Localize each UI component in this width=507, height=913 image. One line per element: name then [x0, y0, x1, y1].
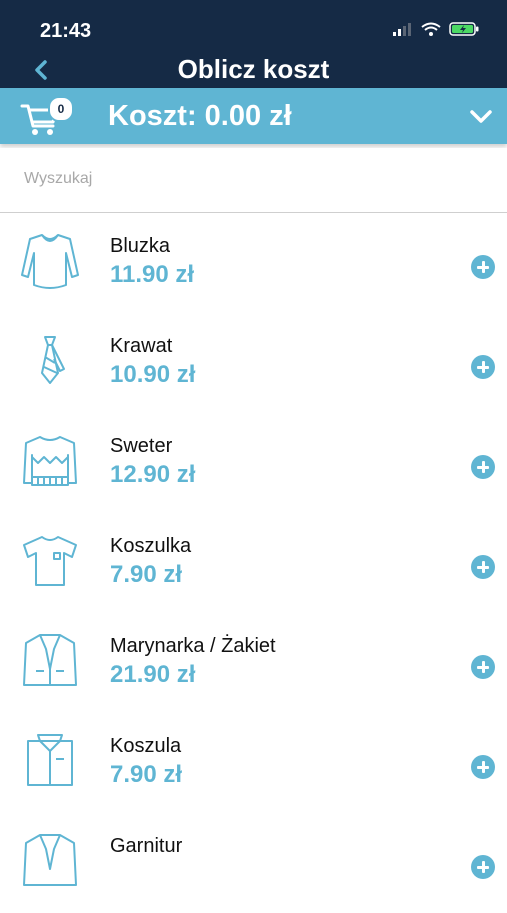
jacket-icon: [23, 634, 77, 686]
cost-bar[interactable]: 0 Koszt: 0.00 zł: [0, 88, 507, 144]
item-list: Bluzka 11.90 zł Krawat 10.90 zł Sweter 1…: [0, 213, 507, 913]
item-price: 11.90 zł: [110, 261, 195, 288]
add-button[interactable]: [471, 655, 495, 679]
add-button[interactable]: [471, 455, 495, 479]
item-name: Garnitur: [110, 835, 183, 857]
item-name: Koszula: [110, 735, 182, 757]
list-item[interactable]: Koszulka 7.90 zł: [0, 513, 507, 613]
list-item[interactable]: Garnitur: [0, 813, 507, 913]
battery-icon: [449, 22, 479, 36]
tie-icon: [41, 336, 65, 384]
item-name: Marynarka / Żakiet: [110, 635, 276, 657]
cart-button[interactable]: 0: [20, 96, 76, 138]
item-price: 21.90 zł: [110, 661, 196, 688]
item-name: Sweter: [110, 435, 173, 457]
cost-total: Koszt: 0.00 zł: [108, 100, 292, 132]
chevron-down-icon[interactable]: [469, 104, 493, 128]
list-item[interactable]: Marynarka / Żakiet 21.90 zł: [0, 613, 507, 713]
nav-bar: Oblicz koszt: [0, 52, 507, 88]
status-time: 21:43: [40, 20, 92, 42]
item-name: Bluzka: [110, 235, 171, 257]
status-bar: 21:43: [0, 0, 507, 52]
add-button[interactable]: [471, 855, 495, 879]
signal-icon: [393, 23, 411, 36]
list-item[interactable]: Bluzka 11.90 zł: [0, 213, 507, 313]
item-price: 7.90 zł: [110, 561, 183, 588]
sweater-icon: [23, 436, 77, 486]
add-button[interactable]: [471, 755, 495, 779]
list-item[interactable]: Sweter 12.90 zł: [0, 413, 507, 513]
wifi-icon: [421, 22, 441, 36]
add-button[interactable]: [471, 355, 495, 379]
list-item[interactable]: Koszula 7.90 zł: [0, 713, 507, 813]
add-button[interactable]: [471, 555, 495, 579]
tshirt-icon: [23, 536, 77, 586]
item-price: 12.90 zł: [110, 461, 196, 488]
suit-icon: [23, 834, 77, 886]
cart-count-badge: 0: [48, 96, 74, 122]
item-price: 7.90 zł: [110, 761, 183, 788]
item-name: Krawat: [110, 335, 173, 357]
add-button[interactable]: [471, 255, 495, 279]
search-bar: [0, 148, 507, 213]
status-icons: [393, 22, 479, 36]
blouse-icon: [21, 234, 79, 289]
shirt-icon: [27, 734, 73, 786]
item-name: Koszulka: [110, 535, 192, 557]
item-price: 10.90 zł: [110, 361, 196, 388]
search-input[interactable]: [22, 164, 486, 194]
page-title: Oblicz koszt: [177, 54, 330, 84]
list-item[interactable]: Krawat 10.90 zł: [0, 313, 507, 413]
